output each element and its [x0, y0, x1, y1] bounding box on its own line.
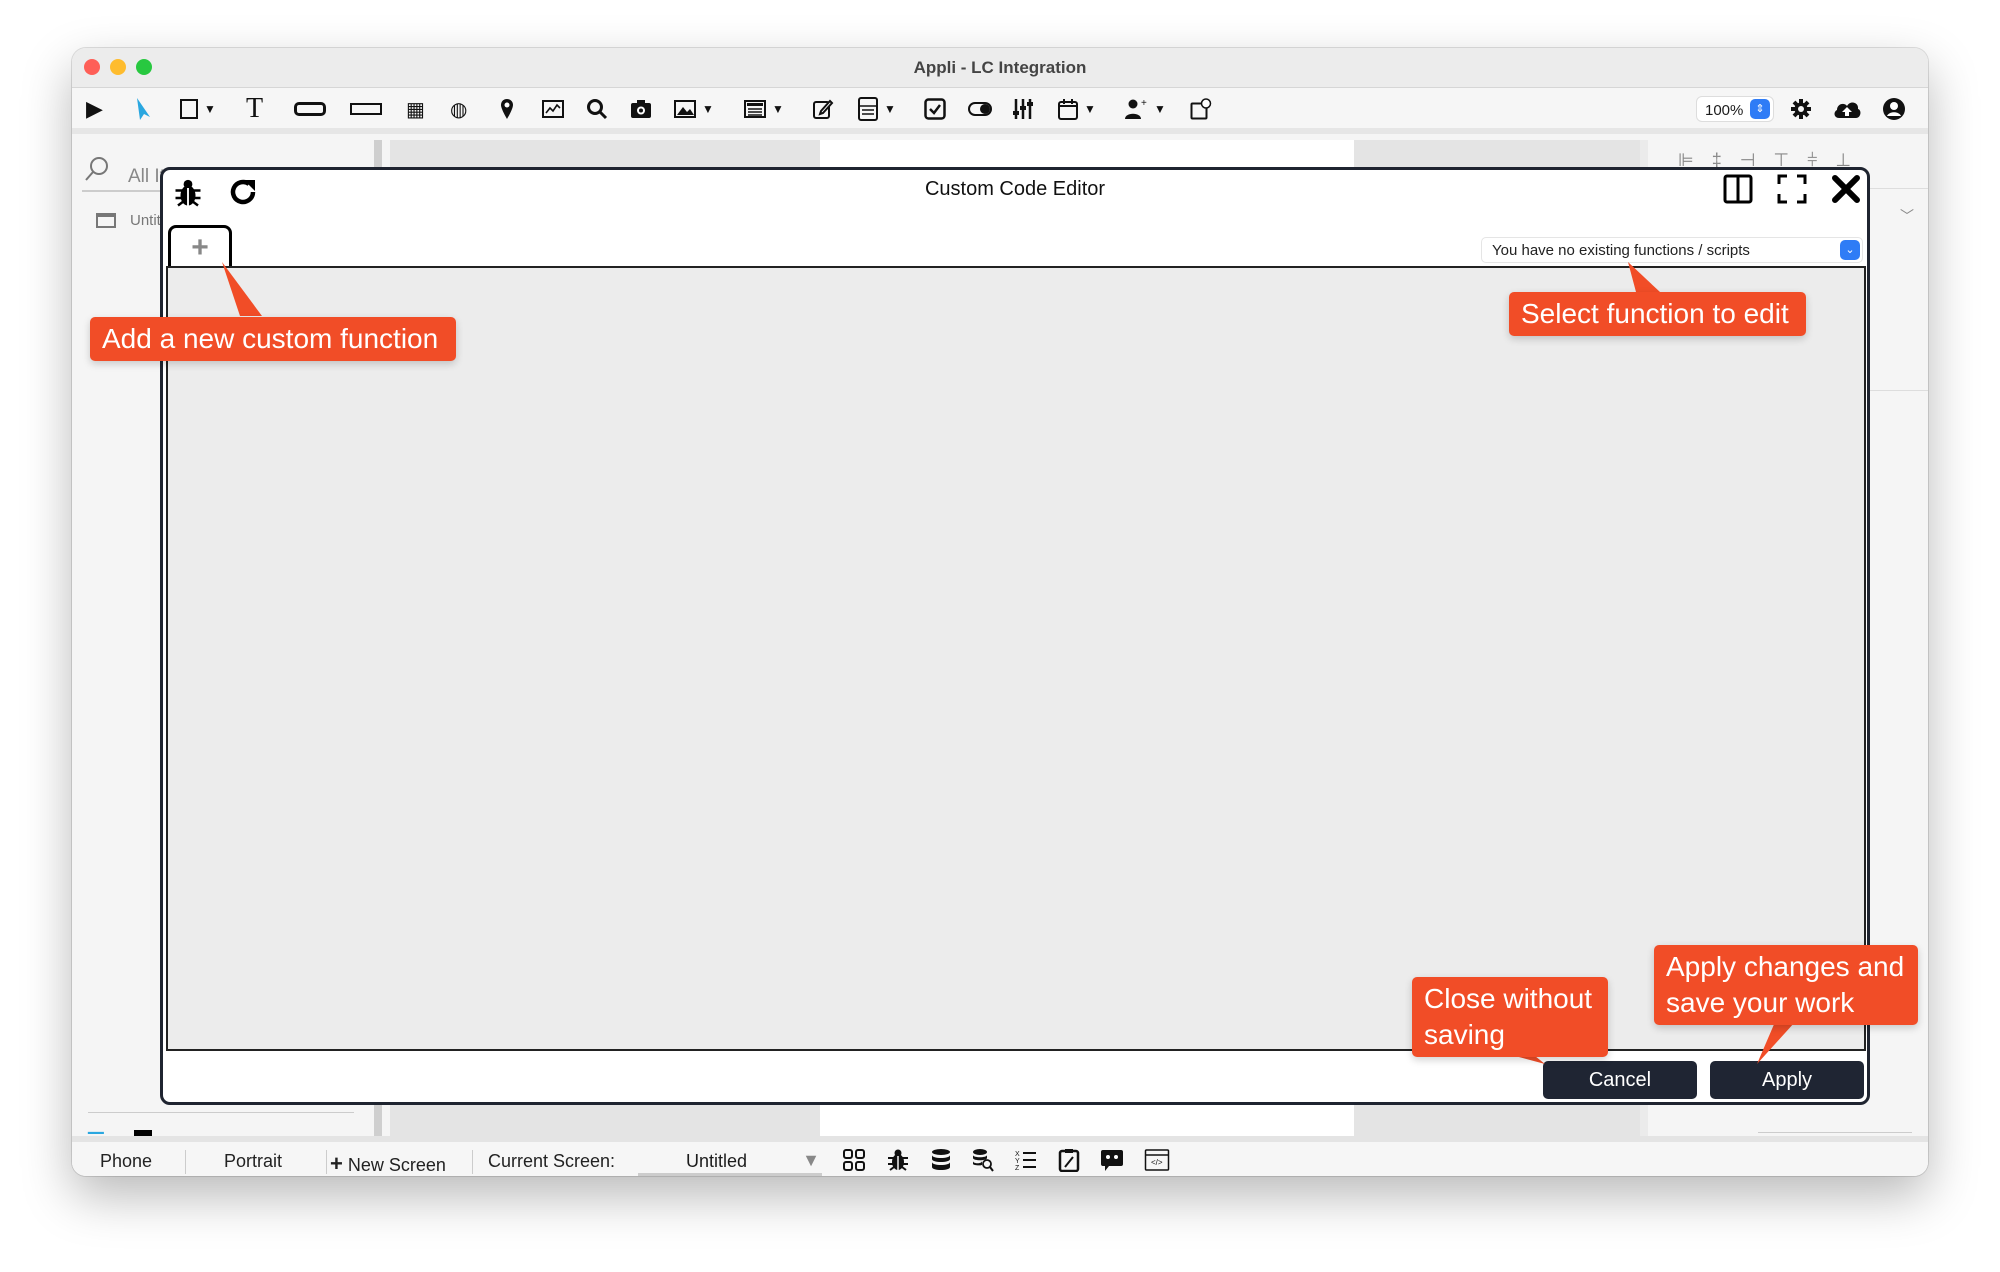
chevron-down-icon: ▼ — [802, 1150, 820, 1170]
title-bar: Appli - LC Integration — [72, 48, 1928, 88]
chevron-down-icon: ▼ — [884, 102, 896, 116]
divider — [88, 1112, 354, 1113]
callout-close-without-saving: Close without saving — [1412, 977, 1608, 1057]
current-screen-select[interactable]: Untitled ▼ — [638, 1146, 822, 1176]
sliders-icon[interactable] — [1012, 96, 1034, 122]
variables-list-icon[interactable]: XYZ — [1014, 1148, 1038, 1176]
apply-button[interactable]: Apply — [1710, 1061, 1864, 1099]
bottom-tools: XYZ </> — [842, 1148, 1170, 1176]
add-user-icon[interactable]: + ▼ — [1124, 96, 1166, 122]
list-tool-icon[interactable]: ▼ — [744, 96, 784, 122]
text-tool-icon[interactable]: T — [246, 93, 263, 124]
clipboard-edit-icon[interactable] — [1058, 1148, 1080, 1176]
checkbox-tool-icon[interactable] — [924, 96, 946, 122]
chevron-down-icon[interactable]: ﹀ — [1900, 206, 1914, 226]
window-title: Appli - LC Integration — [913, 58, 1087, 77]
table-tool-icon[interactable]: ▦ — [406, 96, 425, 122]
plus-icon: + — [330, 1151, 343, 1176]
input-tool-icon[interactable] — [350, 96, 382, 122]
gear-icon[interactable] — [1790, 96, 1812, 122]
rectangle-tool-icon[interactable]: ▼ — [180, 96, 216, 122]
database-icon[interactable] — [930, 1148, 952, 1176]
svg-text:Z: Z — [1015, 1165, 1020, 1172]
device-selector[interactable]: Phone — [100, 1151, 152, 1172]
chat-bot-icon[interactable] — [1100, 1148, 1124, 1176]
bottom-bar: Phone Portrait + New Screen Current Scre… — [72, 1136, 1928, 1176]
divider — [185, 1150, 186, 1174]
play-icon[interactable]: ▶ — [86, 96, 103, 122]
globe-icon[interactable]: ◍ — [450, 96, 467, 122]
map-pin-icon[interactable] — [500, 96, 514, 122]
svg-text:+: + — [1141, 98, 1147, 109]
bug-icon[interactable] — [886, 1148, 910, 1176]
new-screen-button[interactable]: + New Screen — [330, 1151, 446, 1176]
divider — [1758, 1132, 1912, 1133]
function-select[interactable]: You have no existing functions / scripts… — [1481, 237, 1863, 263]
split-view-icon[interactable] — [1723, 174, 1753, 209]
camera-icon[interactable] — [630, 96, 652, 122]
chevron-down-icon: ▼ — [1084, 102, 1096, 116]
callout-select-function: Select function to edit — [1509, 292, 1806, 336]
svg-text:Y: Y — [1015, 1158, 1020, 1165]
search-tool-icon[interactable] — [586, 96, 608, 122]
button-tool-icon[interactable] — [294, 96, 326, 122]
calendar-icon[interactable]: ▼ — [1058, 96, 1096, 122]
edit-icon[interactable] — [812, 96, 834, 122]
editor-title: Custom Code Editor — [924, 178, 1106, 200]
fullscreen-icon[interactable] — [1777, 174, 1807, 209]
chevron-down-icon: ▼ — [702, 102, 714, 116]
cancel-button[interactable]: Cancel — [1543, 1061, 1697, 1099]
toggle-tool-icon[interactable] — [968, 96, 992, 122]
search-icon — [84, 156, 110, 189]
svg-text:</>: </> — [1151, 1158, 1163, 1167]
callout-add-function: Add a new custom function — [90, 317, 456, 361]
code-editor-area[interactable] — [166, 266, 1866, 1051]
chevron-down-icon: ▼ — [204, 102, 216, 116]
close-icon[interactable] — [1831, 174, 1861, 209]
chevron-down-icon: ▼ — [1154, 102, 1166, 116]
form-tool-icon[interactable]: ▼ — [858, 96, 896, 122]
chevron-down-icon: ⌄ — [1840, 240, 1860, 260]
chart-tool-icon[interactable] — [542, 96, 564, 122]
stepper-icon: ⇕ — [1750, 99, 1770, 119]
zoom-level-select[interactable]: 100% ⇕ — [1696, 96, 1774, 122]
chevron-down-icon: ▼ — [772, 102, 784, 116]
pointer-icon[interactable] — [134, 96, 152, 122]
current-screen-label: Current Screen: — [488, 1151, 616, 1171]
function-select-value: You have no existing functions / scripts — [1492, 242, 1750, 259]
embed-code-icon[interactable]: </> — [1144, 1148, 1170, 1176]
svg-text:X: X — [1015, 1151, 1020, 1158]
toolbar: ▶ ▼ T ▦ ◍ ▼ ▼ ▼ ▼ + ▼ 100% ⇕ — [72, 88, 1928, 134]
divider — [326, 1150, 327, 1174]
orientation-selector[interactable]: Portrait — [224, 1151, 282, 1172]
grid-icon[interactable] — [842, 1148, 866, 1176]
image-tool-icon[interactable]: ▼ — [674, 96, 714, 122]
divider — [472, 1150, 473, 1174]
callout-apply-changes: Apply changes and save your work — [1654, 945, 1918, 1025]
screen-icon — [96, 213, 116, 228]
add-function-tab[interactable]: + — [168, 225, 232, 269]
account-icon[interactable] — [1882, 96, 1906, 122]
popup-tool-icon[interactable] — [1190, 96, 1212, 122]
cloud-upload-icon[interactable] — [1832, 96, 1862, 122]
database-search-icon[interactable] — [972, 1148, 994, 1176]
